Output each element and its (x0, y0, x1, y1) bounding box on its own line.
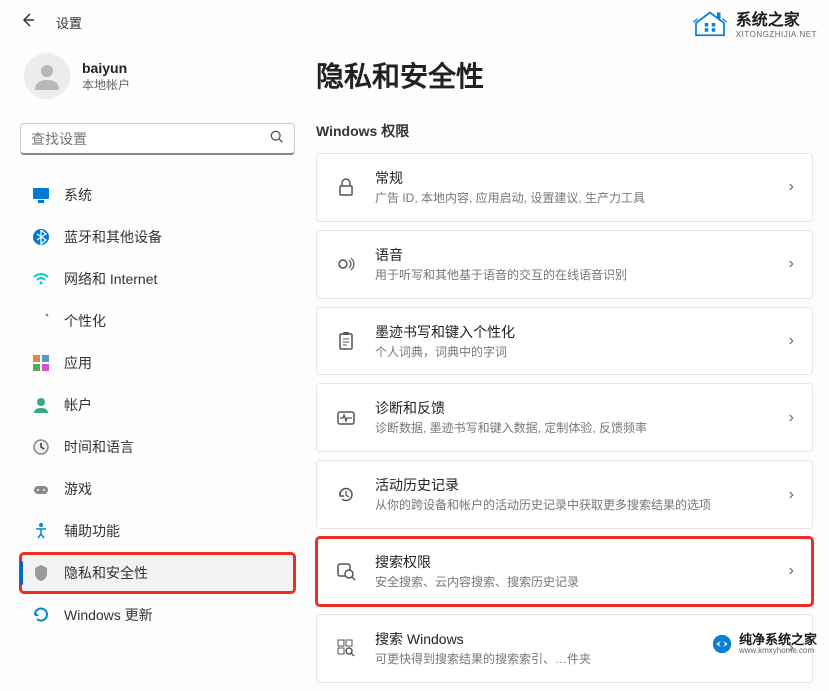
card-speech[interactable]: 语音用于听写和其他基于语音的交互的在线语音识别 › (316, 230, 813, 299)
card-sub: 从你的跨设备和帐户的活动历史记录中获取更多搜索结果的选项 (375, 497, 771, 514)
sidebar-item-accounts[interactable]: 帐户 (20, 385, 295, 425)
shield-icon (32, 564, 50, 582)
section-title: Windows 权限 (316, 121, 813, 141)
card-title: 常规 (375, 168, 771, 188)
sidebar-item-apps[interactable]: 应用 (20, 343, 295, 383)
chevron-right-icon: › (789, 409, 794, 427)
watermark-logo-bottom: 纯净系统之家 www.kmxyhome.com (711, 633, 817, 656)
speech-icon (335, 253, 357, 275)
card-sub: 安全搜索、云内容搜索、搜索历史记录 (375, 574, 771, 591)
card-title: 诊断和反馈 (375, 398, 771, 418)
brush-icon (32, 312, 50, 330)
person-icon (32, 396, 50, 414)
sidebar-item-label: 帐户 (64, 395, 92, 415)
monitor-icon (32, 186, 50, 204)
back-icon[interactable] (20, 12, 36, 33)
sidebar-item-system[interactable]: 系统 (20, 175, 295, 215)
watermark-top-main: 系统之家 (736, 6, 817, 30)
sidebar-item-privacy[interactable]: 隐私和安全性 (20, 553, 295, 593)
sidebar-item-label: 系统 (64, 185, 92, 205)
chevron-right-icon: › (789, 255, 794, 273)
user-block[interactable]: baiyun 本地帐户 (24, 53, 295, 99)
card-general[interactable]: 常规广告 ID, 本地内容, 应用启动, 设置建议, 生产力工具 › (316, 153, 813, 222)
sidebar-item-time[interactable]: 时间和语言 (20, 427, 295, 467)
sidebar-item-label: 游戏 (64, 479, 92, 499)
card-search-permissions[interactable]: 搜索权限安全搜索、云内容搜索、搜索历史记录 › (316, 537, 813, 606)
search-shield-icon (335, 560, 357, 582)
heartbeat-icon (335, 407, 357, 429)
clock-icon (32, 438, 50, 456)
card-sub: 用于听写和其他基于语音的交互的在线语音识别 (375, 267, 771, 284)
sidebar-item-label: Windows 更新 (64, 605, 153, 625)
sidebar-item-accessibility[interactable]: 辅助功能 (20, 511, 295, 551)
accessibility-icon (32, 522, 50, 540)
sidebar-item-label: 辅助功能 (64, 521, 120, 541)
sidebar-item-network[interactable]: 网络和 Internet (20, 259, 295, 299)
search-box[interactable] (20, 123, 295, 155)
card-title: 语音 (375, 245, 771, 265)
sidebar-item-update[interactable]: Windows 更新 (20, 595, 295, 635)
sidebar-item-label: 隐私和安全性 (64, 563, 148, 583)
user-type: 本地帐户 (82, 76, 130, 93)
watermark-bottom-main: 纯净系统之家 (739, 633, 817, 647)
sidebar-item-bluetooth[interactable]: 蓝牙和其他设备 (20, 217, 295, 257)
lock-icon (335, 176, 357, 198)
user-name: baiyun (82, 60, 130, 76)
sidebar-item-label: 网络和 Internet (64, 269, 157, 289)
history-icon (335, 484, 357, 506)
sidebar-item-label: 个性化 (64, 311, 106, 331)
watermark-logo-top: 系统之家 XITONGZHIJIA.NET (692, 6, 817, 39)
card-activity[interactable]: 活动历史记录从你的跨设备和帐户的活动历史记录中获取更多搜索结果的选项 › (316, 460, 813, 529)
card-diagnostics[interactable]: 诊断和反馈诊断数据, 墨迹书写和键入数据, 定制体验, 反馈频率 › (316, 383, 813, 452)
search-windows-icon (335, 637, 357, 659)
apps-icon (32, 354, 50, 372)
card-sub: 个人词典，词典中的字词 (375, 344, 771, 361)
watermark-bottom-sub: www.kmxyhome.com (739, 647, 817, 656)
sidebar-item-personalization[interactable]: 个性化 (20, 301, 295, 341)
avatar (24, 53, 70, 99)
card-sub: 诊断数据, 墨迹书写和键入数据, 定制体验, 反馈频率 (375, 420, 771, 437)
header-title: 设置 (56, 13, 82, 32)
bluetooth-icon (32, 228, 50, 246)
search-icon[interactable] (270, 130, 284, 147)
page-title: 隐私和安全性 (316, 55, 813, 95)
card-title: 墨迹书写和键入个性化 (375, 322, 771, 342)
update-icon (32, 606, 50, 624)
sidebar-item-gaming[interactable]: 游戏 (20, 469, 295, 509)
wifi-icon (32, 270, 50, 288)
watermark-top-sub: XITONGZHIJIA.NET (736, 30, 817, 39)
chevron-right-icon: › (789, 178, 794, 196)
sidebar-item-label: 时间和语言 (64, 437, 134, 457)
sidebar-item-label: 蓝牙和其他设备 (64, 227, 162, 247)
chevron-right-icon: › (789, 332, 794, 350)
search-input[interactable] (31, 131, 270, 147)
main-content: 隐私和安全性 Windows 权限 常规广告 ID, 本地内容, 应用启动, 设… (310, 45, 829, 691)
sidebar-item-label: 应用 (64, 353, 92, 373)
card-inking[interactable]: 墨迹书写和键入个性化个人词典，词典中的字词 › (316, 307, 813, 376)
chevron-right-icon: › (789, 562, 794, 580)
gamepad-icon (32, 480, 50, 498)
card-sub: 广告 ID, 本地内容, 应用启动, 设置建议, 生产力工具 (375, 190, 771, 207)
sidebar: baiyun 本地帐户 系统 蓝牙和其他设备 网络和 Internet 个性化 (0, 45, 310, 691)
clipboard-icon (335, 330, 357, 352)
card-title: 活动历史记录 (375, 475, 771, 495)
card-title: 搜索权限 (375, 552, 771, 572)
chevron-right-icon: › (789, 486, 794, 504)
